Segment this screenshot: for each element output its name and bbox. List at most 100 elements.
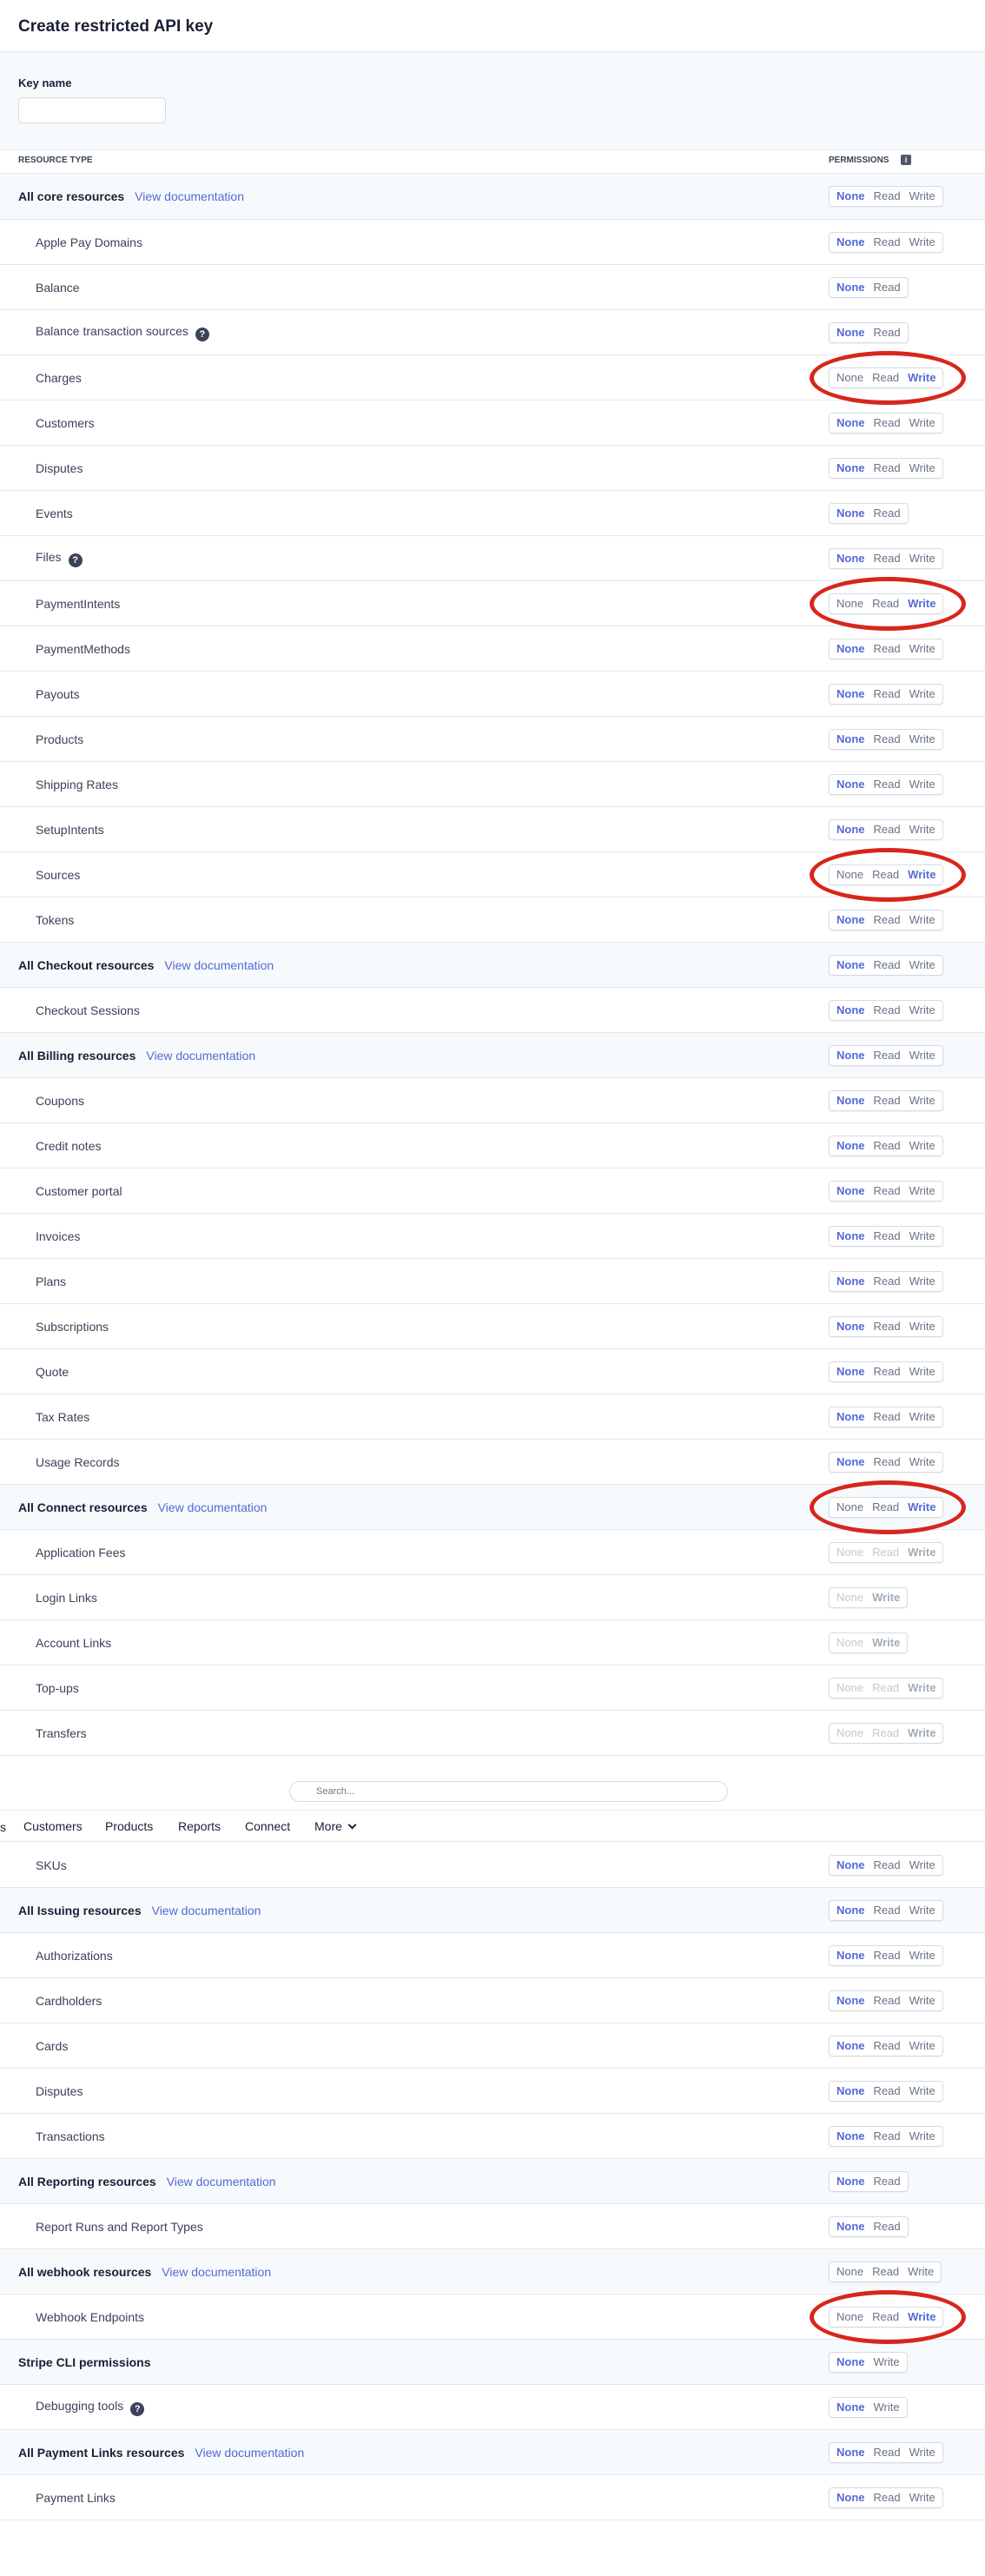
permission-option-read[interactable]: Read — [869, 730, 905, 749]
permission-option-read[interactable]: Read — [869, 2036, 905, 2056]
permission-option-write[interactable]: Write — [905, 730, 940, 749]
view-documentation-link[interactable]: View documentation — [195, 2446, 304, 2460]
permission-option-none[interactable]: None — [832, 1453, 869, 1472]
permission-option-write[interactable]: Write — [905, 1991, 940, 2010]
permission-option-write[interactable]: Write — [905, 956, 940, 975]
permission-option-none[interactable]: None — [832, 685, 869, 704]
permission-option-none[interactable]: None — [832, 1856, 869, 1875]
permission-option-write[interactable]: Write — [903, 865, 940, 884]
permission-option-none[interactable]: None — [832, 2082, 869, 2101]
permission-option-none[interactable]: None — [832, 911, 869, 930]
permission-option-none[interactable]: None — [832, 459, 869, 478]
permission-option-none[interactable]: None — [832, 2217, 869, 2236]
permission-option-none[interactable]: None — [832, 2036, 869, 2056]
permission-option-none[interactable]: None — [832, 2488, 869, 2507]
key-name-input[interactable] — [18, 97, 166, 123]
permission-option-read[interactable]: Read — [869, 1046, 905, 1065]
view-documentation-link[interactable]: View documentation — [162, 2265, 271, 2279]
nav-item-more[interactable]: More — [314, 1819, 357, 1833]
permission-option-none[interactable]: None — [832, 2262, 868, 2281]
permission-option-none[interactable]: None — [832, 504, 869, 523]
permission-option-read[interactable]: Read — [869, 1136, 905, 1156]
permission-option-read[interactable]: Read — [869, 1946, 905, 1965]
permission-option-write[interactable]: Write — [905, 1272, 940, 1291]
permission-option-write[interactable]: Write — [905, 1001, 940, 1020]
permission-option-none[interactable]: None — [832, 278, 869, 297]
permission-option-none[interactable]: None — [832, 2398, 869, 2417]
permission-option-read[interactable]: Read — [869, 1272, 905, 1291]
permission-option-read[interactable]: Read — [869, 414, 905, 433]
permission-option-read[interactable]: Read — [869, 1407, 905, 1427]
permission-option-none[interactable]: None — [832, 1272, 869, 1291]
permission-option-none[interactable]: None — [832, 730, 869, 749]
permission-option-write[interactable]: Write — [869, 2398, 904, 2417]
permission-option-write[interactable]: Write — [905, 1453, 940, 1472]
permission-option-none[interactable]: None — [832, 2308, 868, 2327]
permission-option-read[interactable]: Read — [869, 1901, 905, 1920]
permission-option-none[interactable]: None — [832, 1362, 869, 1381]
permission-option-none[interactable]: None — [832, 187, 869, 206]
permission-option-write[interactable]: Write — [905, 414, 940, 433]
permission-option-read[interactable]: Read — [869, 2488, 905, 2507]
permission-option-write[interactable]: Write — [903, 594, 940, 613]
permission-option-none[interactable]: None — [832, 1182, 869, 1201]
permission-option-read[interactable]: Read — [869, 1182, 905, 1201]
permission-option-none[interactable]: None — [832, 368, 868, 387]
permission-option-write[interactable]: Write — [905, 2036, 940, 2056]
permission-option-none[interactable]: None — [832, 1091, 869, 1110]
permission-option-read[interactable]: Read — [869, 639, 905, 659]
permission-option-read[interactable]: Read — [869, 2127, 905, 2146]
permission-option-none[interactable]: None — [832, 1407, 869, 1427]
view-documentation-link[interactable]: View documentation — [135, 189, 244, 203]
permission-option-read[interactable]: Read — [868, 1498, 903, 1517]
permission-option-none[interactable]: None — [832, 2443, 869, 2462]
permission-option-read[interactable]: Read — [869, 2082, 905, 2101]
permission-option-write[interactable]: Write — [905, 1046, 940, 1065]
permission-option-none[interactable]: None — [832, 639, 869, 659]
permission-option-none[interactable]: None — [832, 1946, 869, 1965]
help-icon[interactable]: ? — [68, 553, 83, 567]
view-documentation-link[interactable]: View documentation — [158, 1500, 268, 1514]
permission-option-write[interactable]: Write — [905, 685, 940, 704]
permission-option-none[interactable]: None — [832, 1136, 869, 1156]
permission-option-none[interactable]: None — [832, 2172, 869, 2191]
permission-option-write[interactable]: Write — [905, 1856, 940, 1875]
permission-option-none[interactable]: None — [832, 1046, 869, 1065]
permission-option-none[interactable]: None — [832, 414, 869, 433]
permission-option-read[interactable]: Read — [869, 1362, 905, 1381]
permission-option-read[interactable]: Read — [868, 368, 903, 387]
permission-option-write[interactable]: Write — [905, 820, 940, 839]
permission-option-read[interactable]: Read — [869, 1453, 905, 1472]
view-documentation-link[interactable]: View documentation — [167, 2175, 276, 2189]
permission-option-read[interactable]: Read — [869, 1991, 905, 2010]
permission-option-write[interactable]: Write — [905, 911, 940, 930]
info-icon[interactable]: i — [901, 155, 911, 165]
permission-option-read[interactable]: Read — [869, 1091, 905, 1110]
permission-option-write[interactable]: Write — [905, 1362, 940, 1381]
permission-option-write[interactable]: Write — [905, 1227, 940, 1246]
permission-option-read[interactable]: Read — [869, 685, 905, 704]
permission-option-read[interactable]: Read — [869, 278, 905, 297]
permission-option-none[interactable]: None — [832, 233, 869, 252]
permission-option-write[interactable]: Write — [905, 459, 940, 478]
permission-option-write[interactable]: Write — [905, 187, 940, 206]
permission-option-none[interactable]: None — [832, 2127, 869, 2146]
permission-option-write[interactable]: Write — [905, 549, 940, 568]
permission-option-write[interactable]: Write — [905, 1091, 940, 1110]
permission-option-write[interactable]: Write — [905, 639, 940, 659]
view-documentation-link[interactable]: View documentation — [152, 1904, 261, 1917]
permission-option-write[interactable]: Write — [905, 1136, 940, 1156]
permission-option-write[interactable]: Write — [905, 2127, 940, 2146]
permission-option-write[interactable]: Write — [905, 1317, 940, 1336]
permission-option-none[interactable]: None — [832, 594, 868, 613]
permission-option-read[interactable]: Read — [869, 1001, 905, 1020]
permission-option-read[interactable]: Read — [869, 2172, 905, 2191]
search-input[interactable] — [289, 1781, 728, 1802]
permission-option-read[interactable]: Read — [869, 956, 905, 975]
permission-option-read[interactable]: Read — [869, 1856, 905, 1875]
permission-option-read[interactable]: Read — [869, 1227, 905, 1246]
permission-option-none[interactable]: None — [832, 956, 869, 975]
nav-item-cut[interactable]: s — [0, 1820, 6, 1834]
permission-option-write[interactable]: Write — [903, 2262, 938, 2281]
permission-option-none[interactable]: None — [832, 820, 869, 839]
